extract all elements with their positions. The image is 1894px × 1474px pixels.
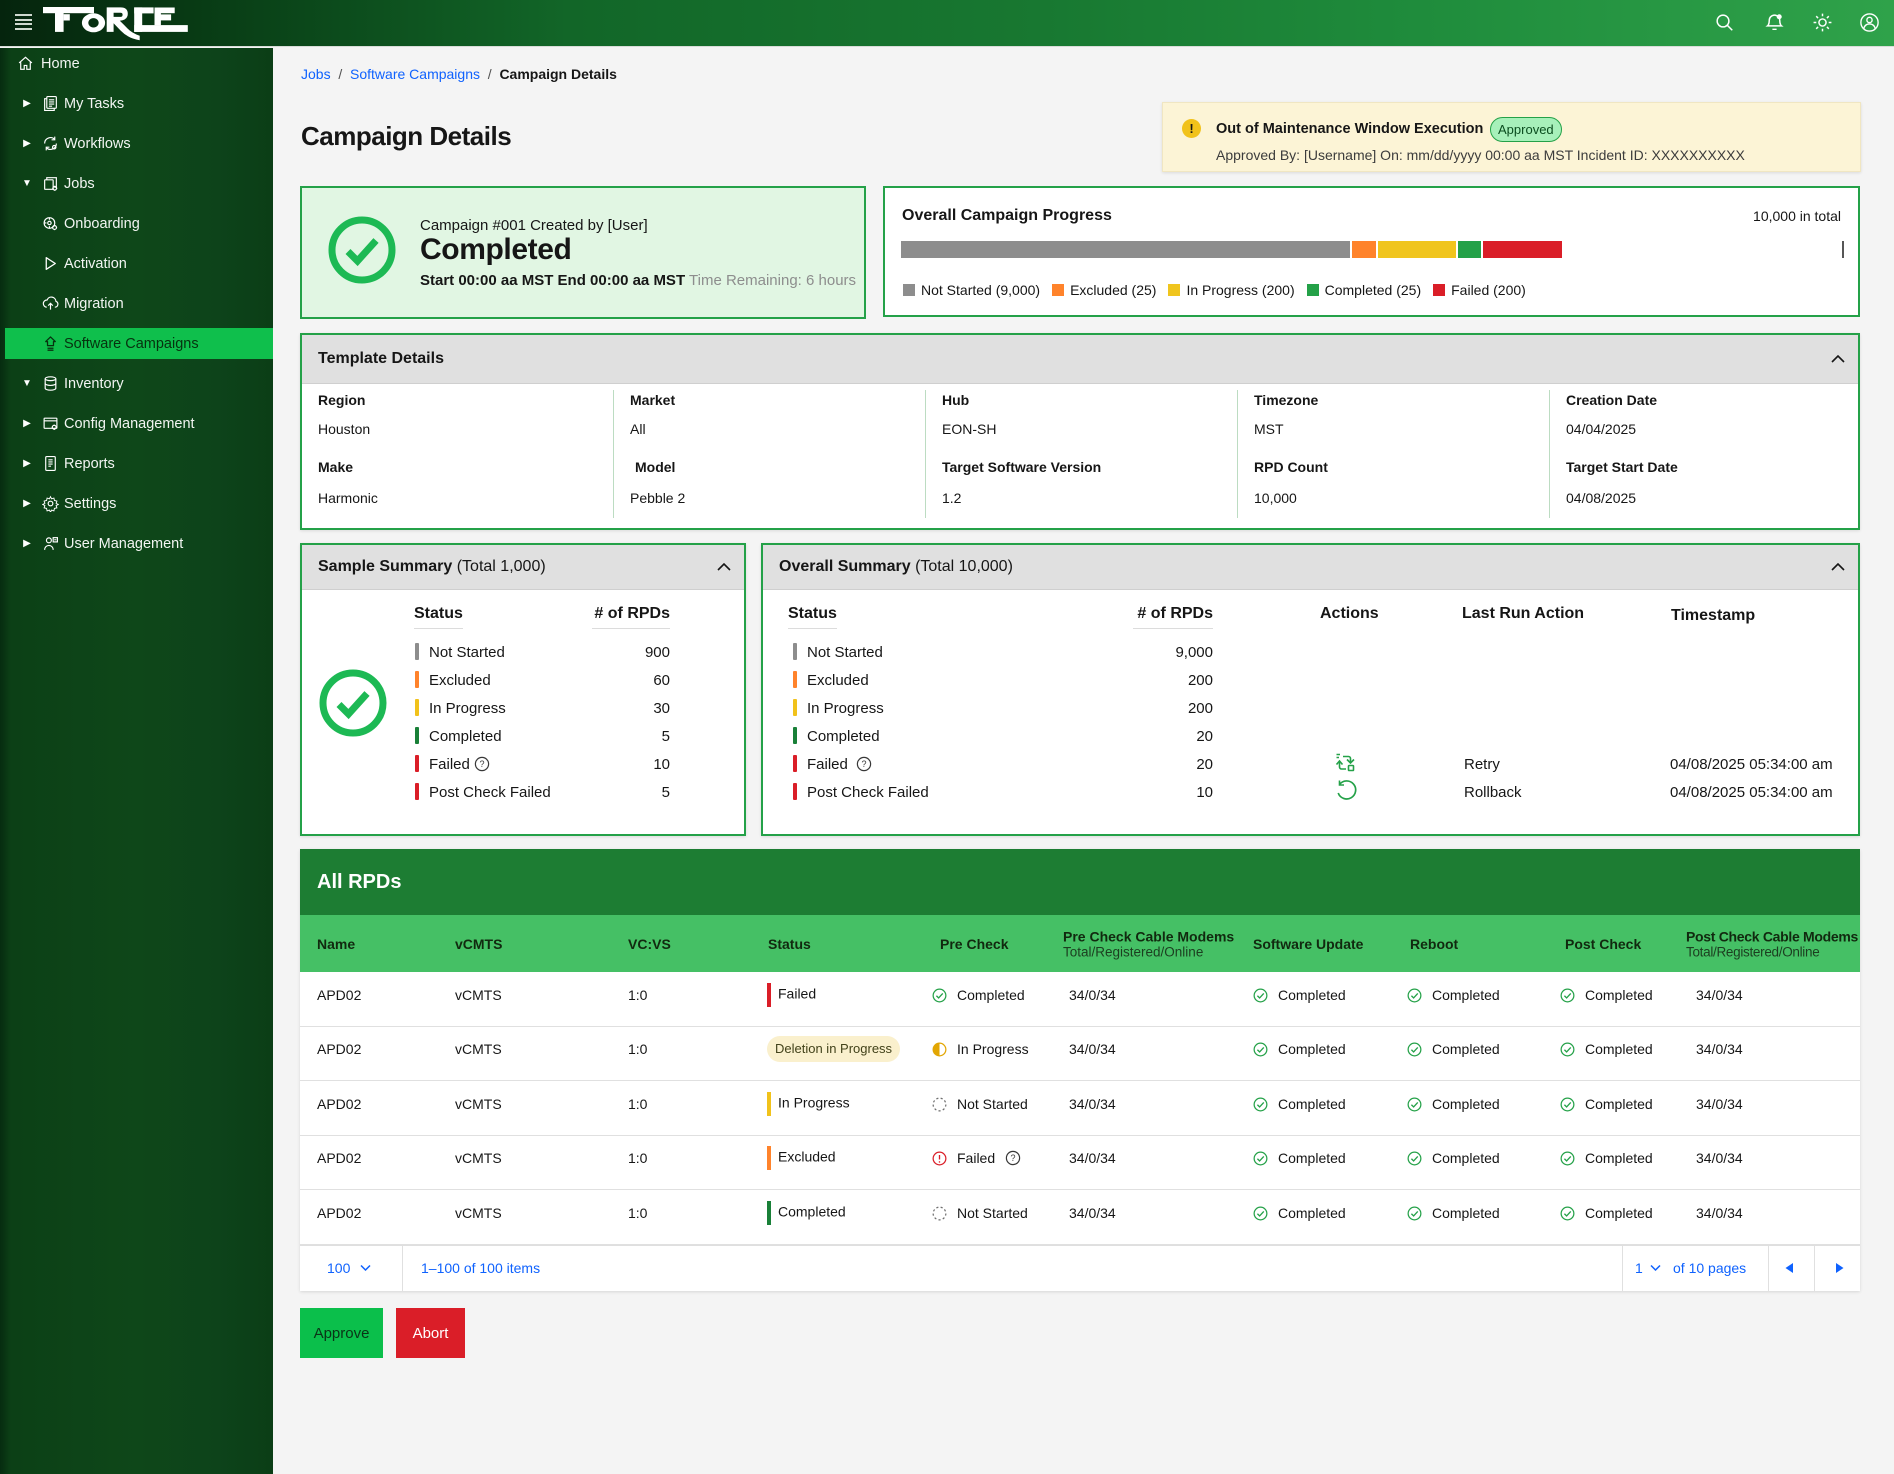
svg-text:?: ? [862,759,867,769]
svg-text:?: ? [479,759,484,769]
svg-text:?: ? [1011,1153,1016,1163]
